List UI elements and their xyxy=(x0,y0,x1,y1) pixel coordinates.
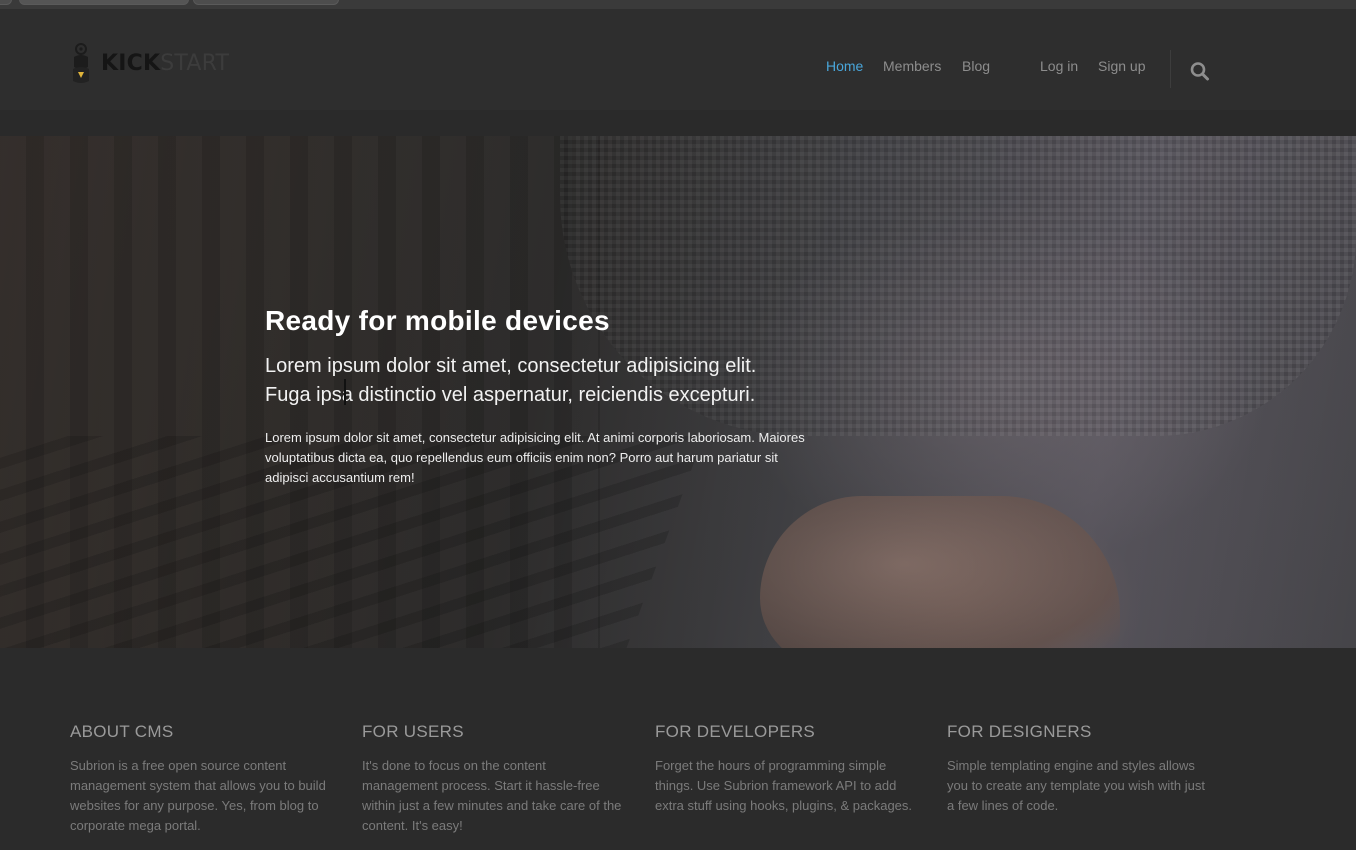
tab-stub[interactable] xyxy=(0,0,12,5)
nav-members[interactable]: Members xyxy=(883,58,941,74)
logo-wordmark: KICKSTART xyxy=(101,51,229,76)
search-icon[interactable] xyxy=(1189,61,1211,81)
site-header: KICKSTART Home Members Blog Log in Sign … xyxy=(0,9,1356,110)
hero-lead: Lorem ipsum dolor sit amet, consectetur … xyxy=(265,352,825,410)
site-logo[interactable]: KICKSTART xyxy=(70,41,229,85)
header-band xyxy=(0,110,1356,136)
tab-active[interactable] xyxy=(19,0,189,5)
feature-title: FOR DESIGNERS xyxy=(947,722,1092,741)
feature-title: FOR DEVELOPERS xyxy=(655,722,816,741)
kickstart-logo-icon xyxy=(70,41,94,85)
browser-top-strip xyxy=(0,0,1356,9)
logo-text-start: START xyxy=(160,50,230,76)
feature-text: Simple templating engine and styles allo… xyxy=(947,758,1205,813)
login-link[interactable]: Log in xyxy=(1040,58,1078,74)
feature-for-developers: FOR DEVELOPERS Forget the hours of progr… xyxy=(655,722,917,816)
text-cursor xyxy=(344,379,346,405)
hero-title: Ready for mobile devices xyxy=(265,305,610,336)
header-divider xyxy=(1170,50,1171,88)
hero-text: Lorem ipsum dolor sit amet, consectetur … xyxy=(265,430,805,485)
feature-for-users: FOR USERS It's done to focus on the cont… xyxy=(362,722,624,836)
feature-text: Forget the hours of programming simple t… xyxy=(655,758,913,813)
logo-text-kick: KICK xyxy=(101,50,161,76)
tab-inactive[interactable] xyxy=(193,0,339,5)
feature-for-designers: FOR DESIGNERS Simple templating engine a… xyxy=(947,722,1209,816)
nav-home[interactable]: Home xyxy=(826,58,863,74)
feature-about-cms: ABOUT CMS Subrion is a free open source … xyxy=(70,722,332,836)
signup-link[interactable]: Sign up xyxy=(1098,58,1145,74)
nav-blog[interactable]: Blog xyxy=(962,58,990,74)
hero-lead-line-2: Fuga ipsa distinctio vel aspernatur, rei… xyxy=(265,384,756,406)
feature-text: Subrion is a free open source content ma… xyxy=(70,758,326,833)
feature-title: ABOUT CMS xyxy=(70,722,174,741)
feature-text: It's done to focus on the content manage… xyxy=(362,758,622,833)
hero-lead-line-1: Lorem ipsum dolor sit amet, consectetur … xyxy=(265,355,757,377)
feature-title: FOR USERS xyxy=(362,722,464,741)
